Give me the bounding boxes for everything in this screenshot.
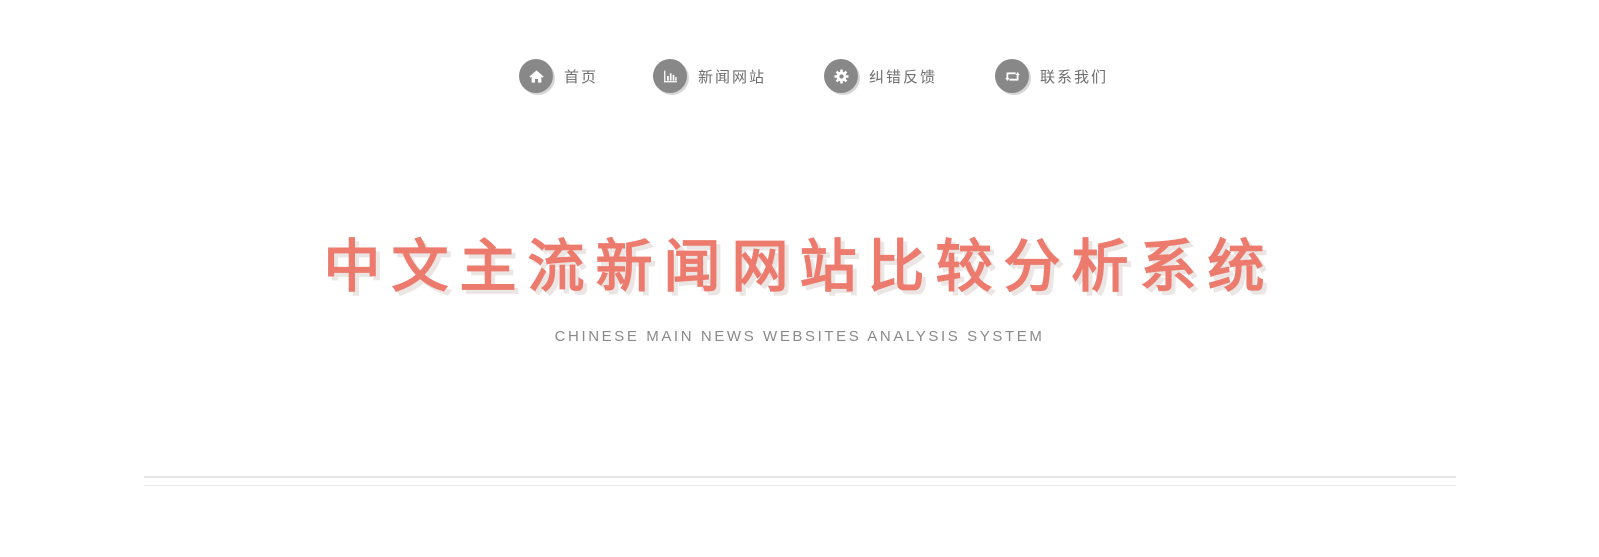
nav-item-contact[interactable]: 联系我们 xyxy=(995,58,1108,94)
nav-item-feedback-label: 纠错反馈 xyxy=(869,67,938,86)
divider-line xyxy=(144,476,1456,478)
home-icon xyxy=(519,59,553,93)
bar-chart-icon xyxy=(653,59,687,93)
nav-item-news-sites[interactable]: 新闻网站 xyxy=(653,58,766,94)
nav-item-home-label: 首页 xyxy=(564,67,599,86)
nav-item-home[interactable]: 首页 xyxy=(519,58,598,94)
nav-item-contact-label: 联系我们 xyxy=(1040,67,1109,86)
site-title: 中文主流新闻网站比较分析系统 xyxy=(323,234,1276,300)
site-subtitle: CHINESE MAIN NEWS WEBSITES ANALYSIS SYST… xyxy=(554,328,1045,345)
top-navigation: 首页 新闻网站 纠错反馈 联系我们 xyxy=(0,58,1599,94)
nav-item-feedback[interactable]: 纠错反馈 xyxy=(824,58,937,94)
gear-icon xyxy=(824,59,858,93)
divider-line xyxy=(144,485,1456,486)
retweet-icon xyxy=(995,59,1029,93)
nav-item-news-sites-label: 新闻网站 xyxy=(698,67,767,86)
